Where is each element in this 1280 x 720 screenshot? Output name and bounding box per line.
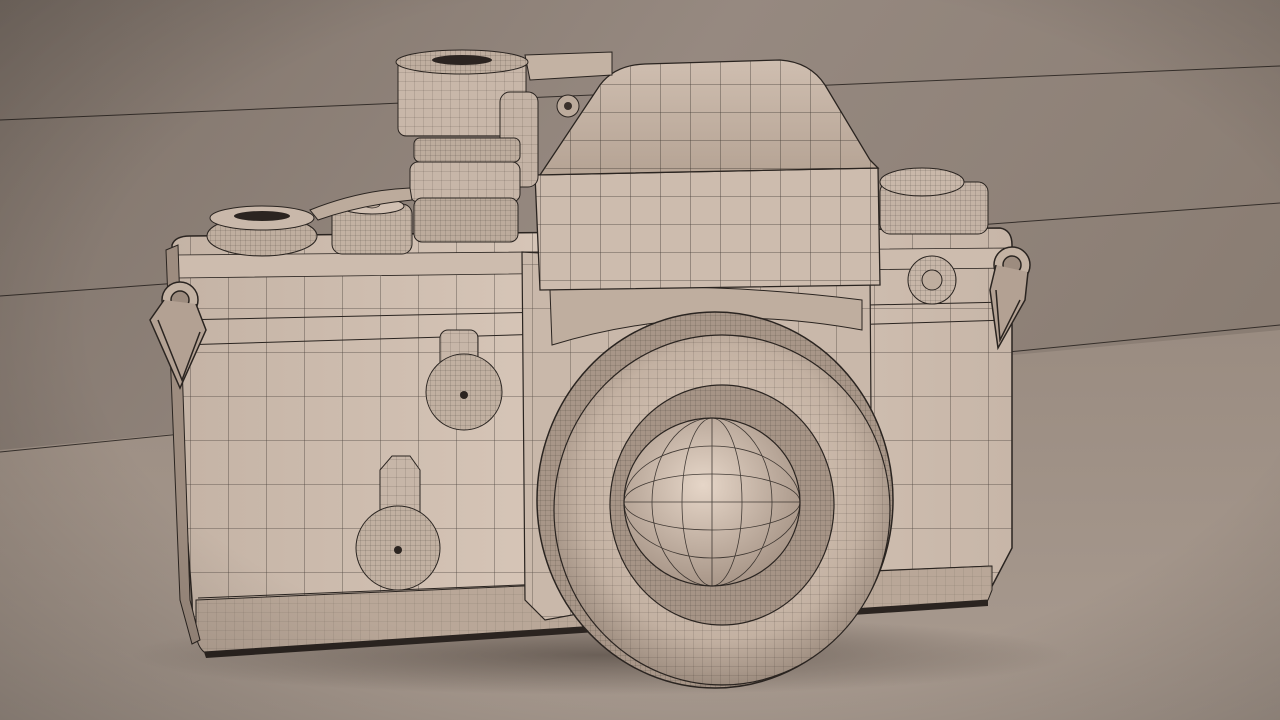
render-viewport bbox=[0, 0, 1280, 720]
vignette bbox=[0, 0, 1280, 720]
camera-render bbox=[0, 0, 1280, 720]
